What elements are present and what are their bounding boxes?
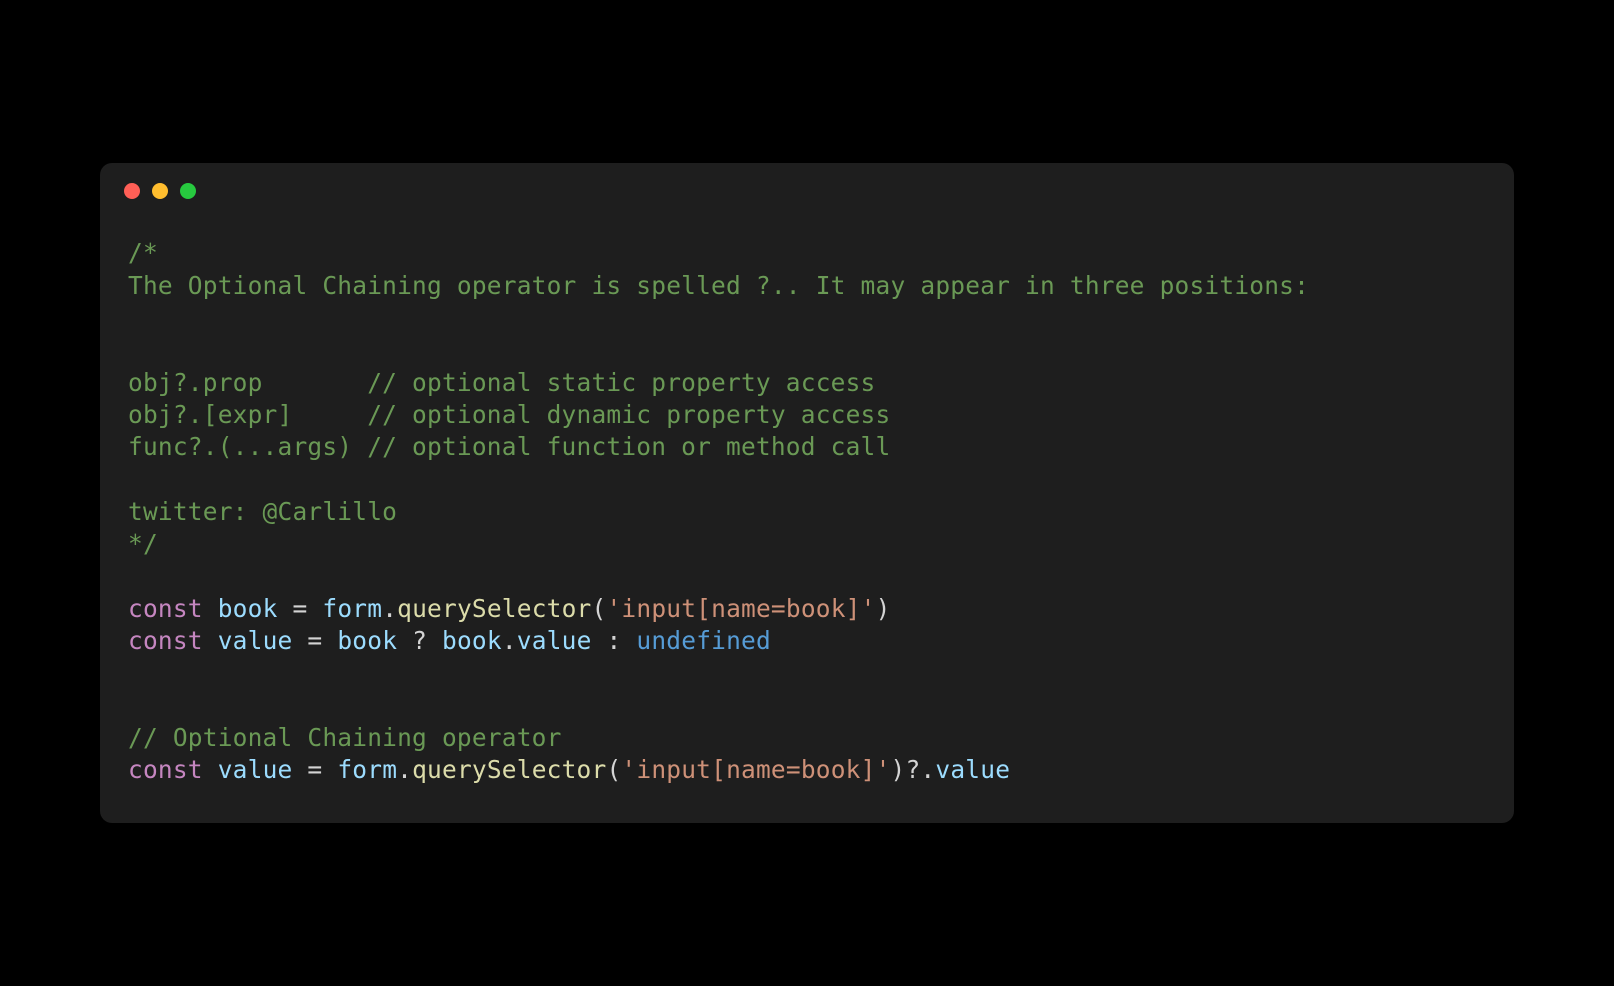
operator: = bbox=[292, 755, 337, 784]
comment-line: obj?.[expr] // optional dynamic property… bbox=[128, 400, 890, 429]
identifier: form bbox=[337, 755, 397, 784]
maximize-icon[interactable] bbox=[180, 183, 196, 199]
keyword-const: const bbox=[128, 626, 203, 655]
punct: ) bbox=[876, 594, 891, 623]
punct: ( bbox=[592, 594, 607, 623]
punct: ( bbox=[606, 755, 621, 784]
string-literal: 'input[name=book]' bbox=[621, 755, 890, 784]
window-titlebar bbox=[100, 163, 1514, 219]
operator: = bbox=[292, 626, 337, 655]
function-call: querySelector bbox=[412, 755, 606, 784]
punct: . bbox=[397, 755, 412, 784]
comment-line: The Optional Chaining operator is spelle… bbox=[128, 271, 1309, 300]
identifier: value bbox=[218, 755, 293, 784]
identifier: form bbox=[322, 594, 382, 623]
optional-chain-operator: ?. bbox=[905, 755, 935, 784]
comment-line: */ bbox=[128, 529, 158, 558]
identifier: value bbox=[218, 626, 293, 655]
punct: . bbox=[382, 594, 397, 623]
comment-line: func?.(...args) // optional function or … bbox=[128, 432, 890, 461]
keyword-const: const bbox=[128, 594, 203, 623]
keyword-undefined: undefined bbox=[636, 626, 771, 655]
code-block: /* The Optional Chaining operator is spe… bbox=[100, 219, 1514, 823]
keyword-const: const bbox=[128, 755, 203, 784]
comment-line: twitter: @Carlillo bbox=[128, 497, 397, 526]
operator: : bbox=[592, 626, 637, 655]
operator: = bbox=[278, 594, 323, 623]
property: value bbox=[935, 755, 1010, 784]
function-call: querySelector bbox=[397, 594, 591, 623]
comment-line: obj?.prop // optional static property ac… bbox=[128, 368, 876, 397]
identifier: book bbox=[337, 626, 397, 655]
operator: ? bbox=[397, 626, 442, 655]
punct: . bbox=[502, 626, 517, 655]
code-window: /* The Optional Chaining operator is spe… bbox=[100, 163, 1514, 823]
identifier: book bbox=[442, 626, 502, 655]
close-icon[interactable] bbox=[124, 183, 140, 199]
identifier: book bbox=[218, 594, 278, 623]
punct: ) bbox=[891, 755, 906, 784]
minimize-icon[interactable] bbox=[152, 183, 168, 199]
comment-line: // Optional Chaining operator bbox=[128, 723, 562, 752]
string-literal: 'input[name=book]' bbox=[606, 594, 875, 623]
property: value bbox=[517, 626, 592, 655]
comment-line: /* bbox=[128, 238, 158, 267]
